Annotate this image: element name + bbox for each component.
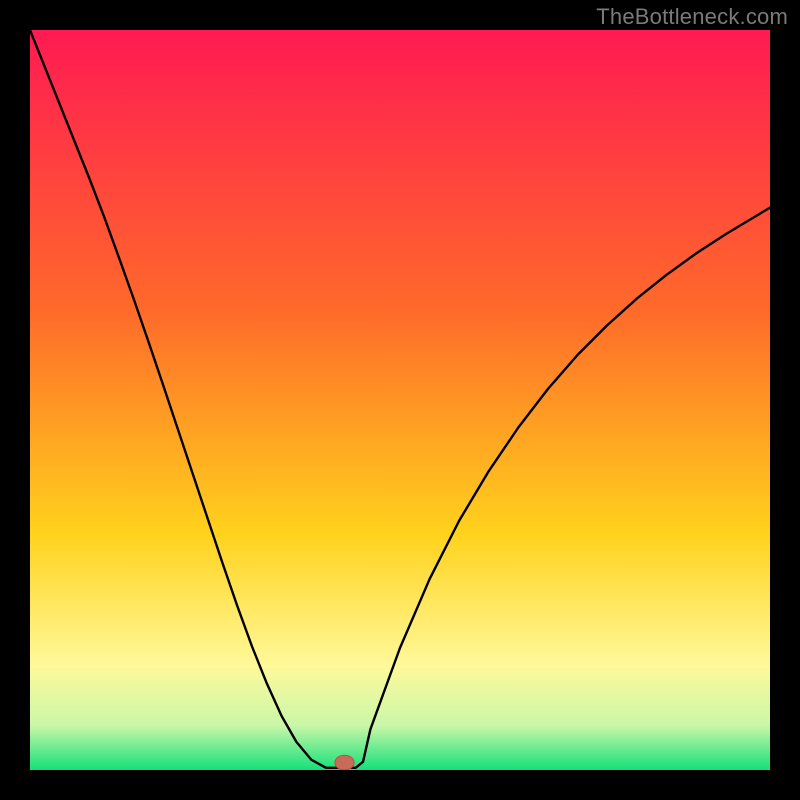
watermark-text: TheBottleneck.com [596, 4, 788, 30]
optimum-marker [335, 755, 354, 770]
chart-frame: TheBottleneck.com [0, 0, 800, 800]
chart-svg [30, 30, 770, 770]
plot-area [30, 30, 770, 770]
gradient-background [30, 30, 770, 770]
